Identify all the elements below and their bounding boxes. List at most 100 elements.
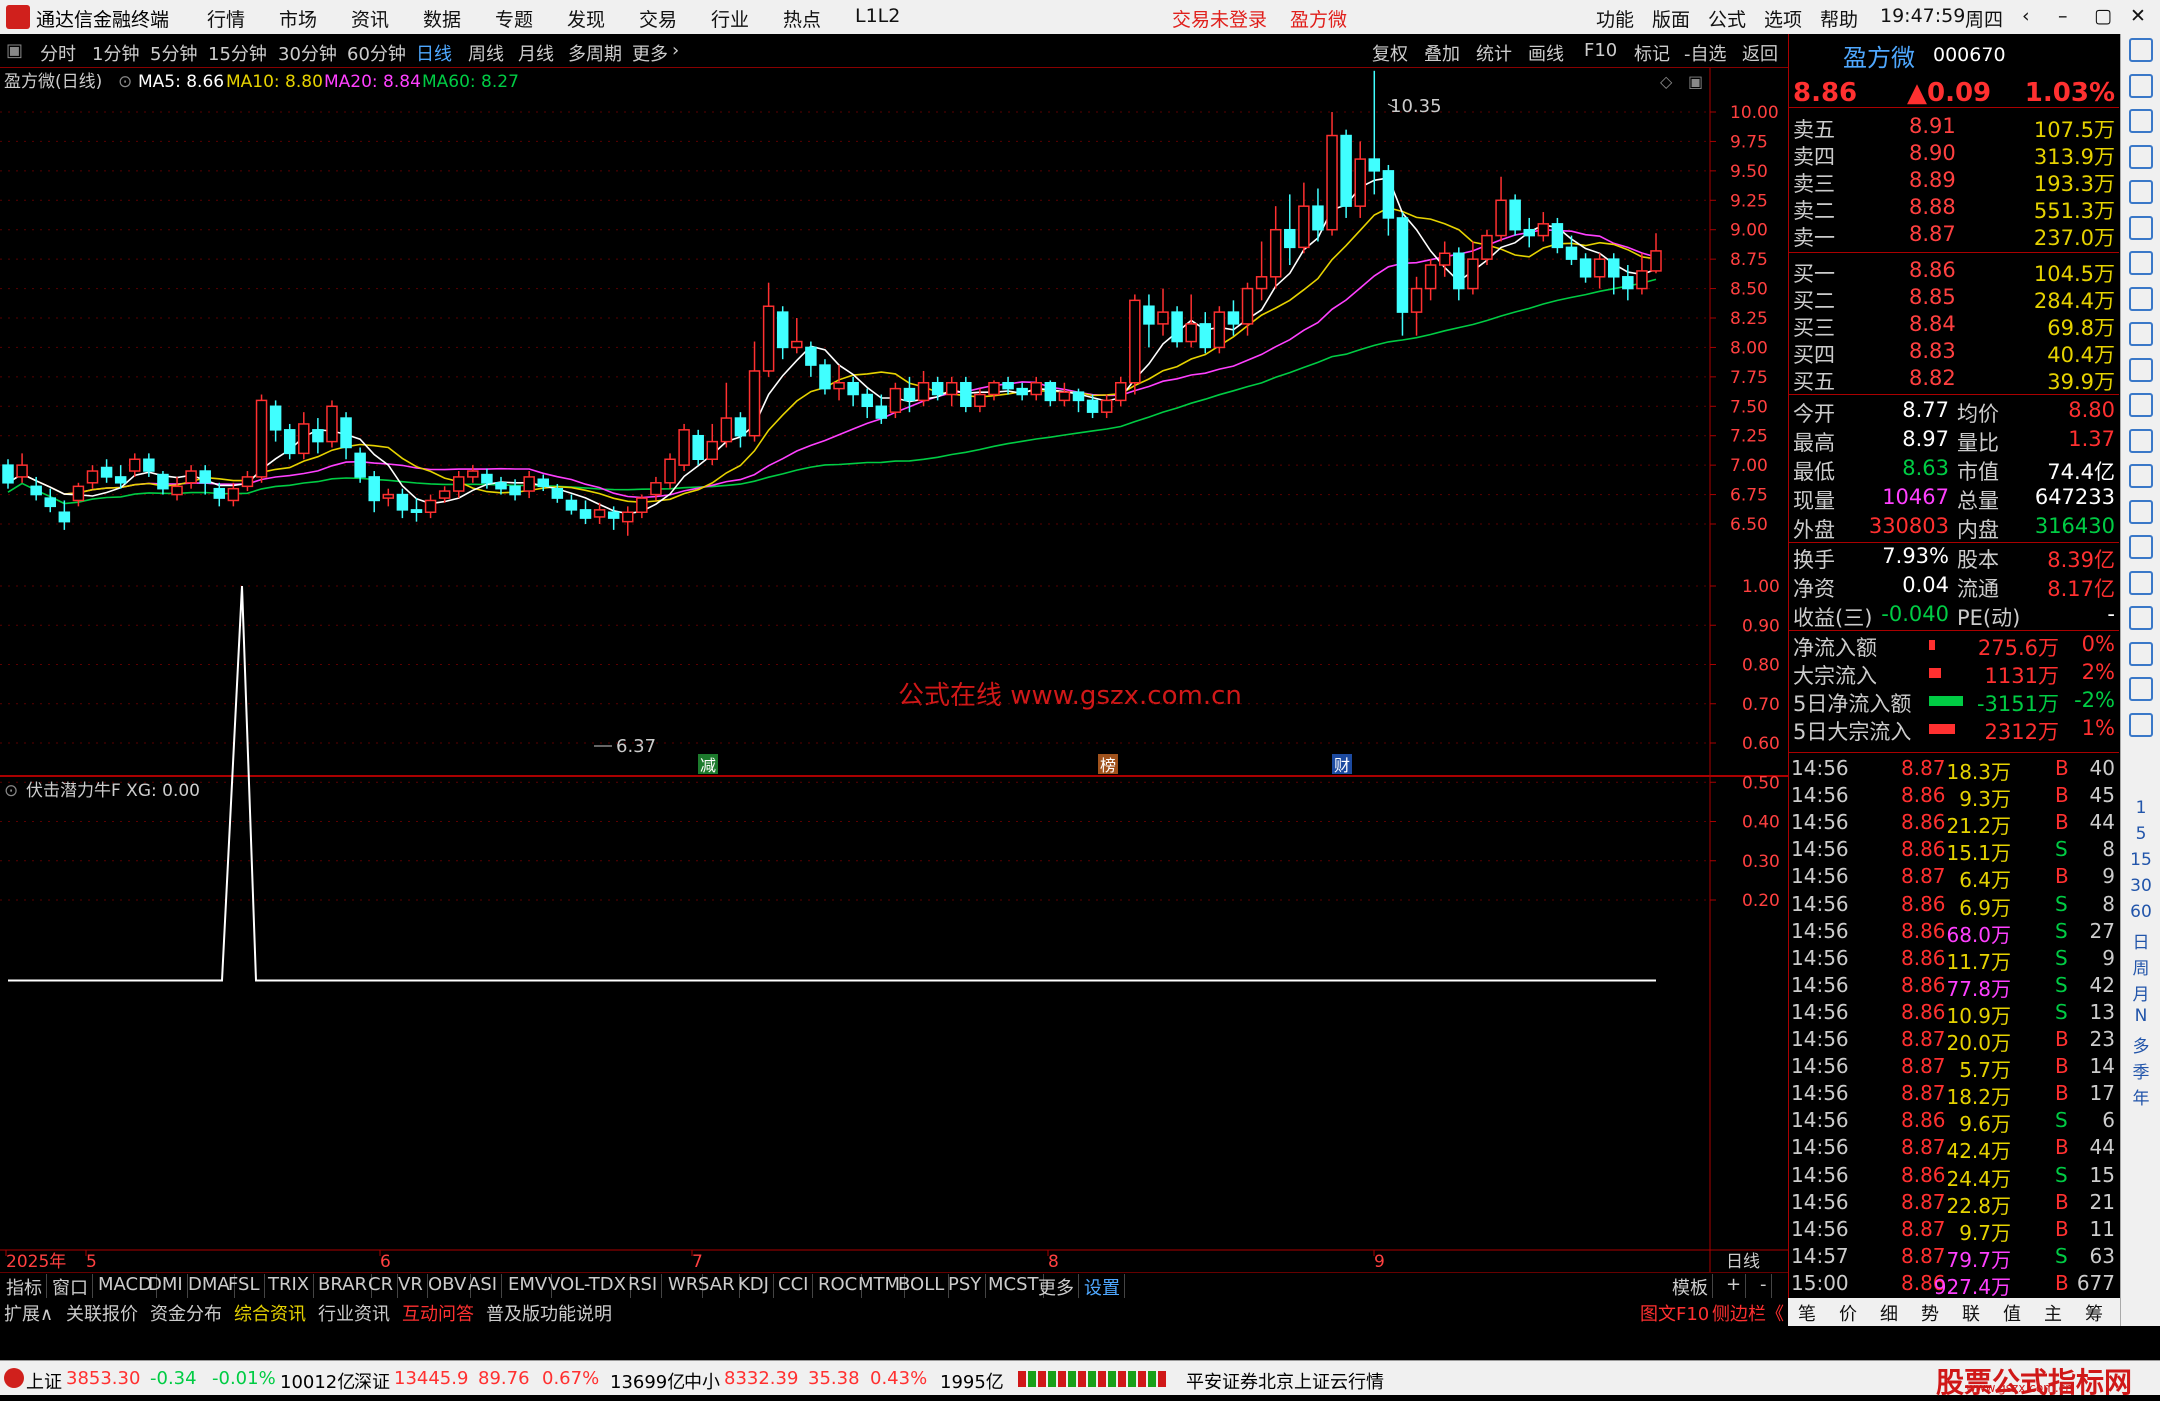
- menu-gongshi[interactable]: 公式: [1708, 5, 1746, 32]
- kline-chart[interactable]: 盈方微(日线) ⊙ MA5: 8.66 MA10: 8.80 MA20: 8.8…: [0, 68, 1788, 1272]
- indicator-tab[interactable]: CCI: [774, 1274, 814, 1298]
- btn-fuquan[interactable]: 复权: [1372, 40, 1408, 66]
- indicator-tab[interactable]: SAR: [694, 1274, 740, 1298]
- period-shortcut[interactable]: 周: [2121, 954, 2160, 979]
- side-tab[interactable]: 笔: [1798, 1300, 1816, 1326]
- side-tab[interactable]: 细: [1880, 1300, 1898, 1326]
- info-tab[interactable]: 行业资讯: [318, 1300, 390, 1326]
- period-shortcut[interactable]: 30: [2121, 876, 2160, 896]
- login-status[interactable]: 交易未登录: [1172, 5, 1267, 32]
- menu-zhuanti[interactable]: 专题: [495, 5, 533, 32]
- up-arrow-icon[interactable]: [2129, 73, 2153, 98]
- btn-tongji[interactable]: 统计: [1476, 40, 1512, 66]
- table-icon[interactable]: [2129, 357, 2153, 382]
- side-tab[interactable]: 主: [2044, 1300, 2062, 1326]
- indicator-tab[interactable]: VOL-TDX: [544, 1274, 631, 1298]
- ask-row[interactable]: 卖二 8.88 551.3万: [1789, 195, 2119, 223]
- fs-icon[interactable]: [2129, 677, 2153, 701]
- bid-row[interactable]: 买一 8.86 104.5万: [1789, 258, 2119, 286]
- candle-icon[interactable]: [2129, 251, 2153, 275]
- chevron-right-icon[interactable]: ›: [672, 40, 679, 61]
- indicator-tab[interactable]: PSY: [944, 1274, 987, 1298]
- period-daily[interactable]: 日线: [416, 40, 452, 66]
- rsi-icon[interactable]: [2129, 535, 2153, 559]
- indicator-tab[interactable]: VR: [394, 1274, 428, 1298]
- menu-xuanxiang[interactable]: 选项: [1764, 5, 1802, 32]
- indicator-tab[interactable]: TRIX: [264, 1274, 315, 1298]
- indicator-tab[interactable]: ASI: [464, 1274, 503, 1298]
- collapse-icon[interactable]: ▣: [6, 40, 23, 61]
- menu-l1l2[interactable]: L1L2: [855, 5, 900, 27]
- close-icon[interactable]: ✕: [2130, 5, 2146, 27]
- maximize-icon[interactable]: ▢: [2094, 5, 2112, 27]
- menu-shichang[interactable]: 市场: [279, 5, 317, 32]
- indicator-tab[interactable]: DMI: [144, 1274, 188, 1298]
- indicator-tab[interactable]: CR: [364, 1274, 399, 1298]
- period-shortcut[interactable]: 5: [2121, 824, 2160, 844]
- info-tab[interactable]: 综合资讯: [234, 1300, 306, 1326]
- menu-shuju[interactable]: 数据: [423, 5, 461, 32]
- menu-banmian[interactable]: 版面: [1652, 5, 1690, 32]
- menu-hangye[interactable]: 行业: [711, 5, 749, 32]
- f10-tab[interactable]: 图文F10: [1640, 1300, 1709, 1326]
- period-shortcut[interactable]: 1: [2121, 798, 2160, 818]
- side-tab[interactable]: 联: [1962, 1300, 1980, 1326]
- ask-row[interactable]: 卖三 8.89 193.3万: [1789, 168, 2119, 196]
- btn-fanhui[interactable]: 返回: [1742, 40, 1778, 66]
- indicator-tab[interactable]: 设置: [1080, 1274, 1125, 1299]
- btn-huaxian[interactable]: 画线: [1528, 40, 1564, 66]
- news-icon[interactable]: [2129, 286, 2153, 311]
- menu-zixun[interactable]: 资讯: [351, 5, 389, 32]
- info-tab[interactable]: 关联报价: [66, 1300, 138, 1326]
- add-tab[interactable]: +: [1722, 1274, 1747, 1298]
- sh-name[interactable]: 上证: [26, 1368, 62, 1394]
- bid-row[interactable]: 买四 8.83 40.4万: [1789, 339, 2119, 367]
- table2-icon[interactable]: [2129, 712, 2153, 737]
- chart-icon[interactable]: [2129, 215, 2153, 240]
- remove-tab[interactable]: -: [1756, 1274, 1772, 1298]
- info-tab[interactable]: 普及版功能说明: [486, 1300, 612, 1326]
- indicator-tab[interactable]: 指标: [2, 1274, 47, 1299]
- bid-row[interactable]: 买五 8.82 39.9万: [1789, 366, 2119, 394]
- menu-jiaoyi[interactable]: 交易: [639, 5, 677, 32]
- period-shortcut[interactable]: 季: [2121, 1058, 2160, 1083]
- sz-name[interactable]: 深证: [354, 1368, 390, 1394]
- doc-icon[interactable]: [2129, 393, 2153, 417]
- ask-row[interactable]: 卖五 8.91 107.5万: [1789, 114, 2119, 142]
- period-multi[interactable]: 多周期: [568, 40, 622, 66]
- side-tab[interactable]: 价: [1839, 1300, 1857, 1326]
- list-icon[interactable]: [2129, 144, 2153, 169]
- period-weekly[interactable]: 周线: [468, 40, 504, 66]
- bid-row[interactable]: 买二 8.85 284.4万: [1789, 285, 2119, 313]
- btn-biaoji[interactable]: 标记: [1634, 40, 1670, 66]
- period-more[interactable]: 更多: [632, 40, 668, 66]
- indicator-tab[interactable]: BOLL: [894, 1274, 950, 1298]
- period-monthly[interactable]: 月线: [518, 40, 554, 66]
- side-tab[interactable]: 筹: [2085, 1300, 2103, 1326]
- sidebar-toggle[interactable]: 侧边栏《: [1712, 1300, 1784, 1326]
- period-shortcut[interactable]: 年: [2121, 1084, 2160, 1109]
- period-5min[interactable]: 5分钟: [150, 40, 197, 66]
- period-shortcut[interactable]: 15: [2121, 850, 2160, 870]
- zx-name[interactable]: 中小: [684, 1368, 720, 1394]
- period-shortcut[interactable]: N: [2121, 1006, 2160, 1026]
- ask-row[interactable]: 卖一 8.87 237.0万: [1789, 222, 2119, 250]
- side-tab[interactable]: 势: [1921, 1300, 1939, 1326]
- info-tab[interactable]: 资金分布: [150, 1300, 222, 1326]
- period-60min[interactable]: 60分钟: [347, 40, 406, 66]
- alert-icon[interactable]: [2129, 570, 2153, 595]
- period-1min[interactable]: 1分钟: [92, 40, 139, 66]
- move-icon[interactable]: [2129, 606, 2153, 630]
- edit-icon[interactable]: [2129, 641, 2153, 666]
- period-shortcut[interactable]: 日: [2121, 928, 2160, 953]
- up-icon[interactable]: [2129, 38, 2153, 62]
- period-fenshi[interactable]: 分时: [40, 40, 76, 66]
- indicator-tab[interactable]: 窗口: [48, 1274, 93, 1299]
- btn-diejia[interactable]: 叠加: [1424, 40, 1460, 66]
- indicator-tab[interactable]: FSL: [224, 1274, 265, 1298]
- indicator-tab[interactable]: 更多: [1034, 1274, 1079, 1299]
- bid-row[interactable]: 买三 8.84 69.8万: [1789, 312, 2119, 340]
- period-shortcut[interactable]: 月: [2121, 980, 2160, 1005]
- template-tab[interactable]: 模板: [1668, 1274, 1713, 1299]
- down-arrow-icon[interactable]: [2129, 109, 2153, 133]
